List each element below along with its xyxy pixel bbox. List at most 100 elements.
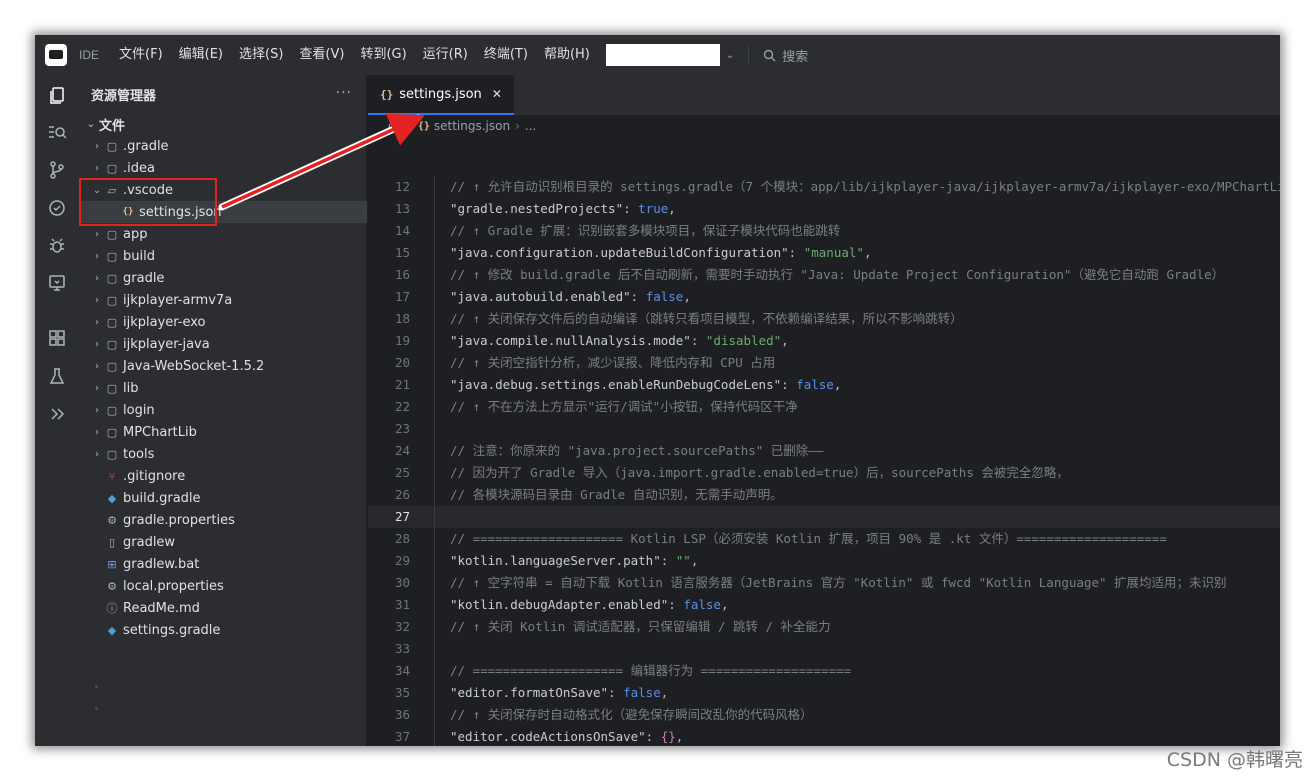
line-number: 15 [394,245,410,260]
tree-item[interactable]: › ▢ MPChartLib [79,421,367,443]
code-line[interactable]: 13 "gradle.nestedProjects": true, [368,198,1280,220]
menu-selection[interactable]: 选择(S) [231,35,291,75]
close-icon[interactable]: ✕ [492,87,502,101]
code-line[interactable]: 17 "java.autobuild.enabled": false, [368,286,1280,308]
tree-item[interactable]: › ▢ app [79,223,367,245]
tree-item-label: lib [123,380,139,396]
code-line[interactable]: 18 // ↑ 关闭保存文件后的自动编译（跳转只看项目模型，不依赖编译结果，所以不… [368,308,1280,330]
menu-terminal[interactable]: 终端(T) [476,35,536,75]
tree-item[interactable]: ◆ settings.gradle [79,619,367,641]
tree-item-label: .gitignore [123,468,186,484]
indent-guide [434,264,435,286]
code-line[interactable]: 36 // ↑ 关闭保存时自动格式化（避免保存瞬间改乱你的代码风格） [368,704,1280,726]
code-token: "kotlin.languageServer.path" [450,553,661,568]
tree-item[interactable]: › ▢ login [79,399,367,421]
tree-item[interactable]: › ▢ .idea [79,157,367,179]
code-line[interactable]: 20 // ↑ 关闭空指针分析，减少误报、降低内存和 CPU 占用 [368,352,1280,374]
code-line[interactable]: 23 [368,418,1280,440]
code-line[interactable]: 27 [368,506,1280,528]
code-line[interactable]: 35 "editor.formatOnSave": false, [368,682,1280,704]
line-number: 36 [394,707,410,722]
code-token: {} [660,729,676,744]
breadcrumb-folder[interactable]: de [388,119,403,133]
testing-icon[interactable] [46,365,68,387]
tree-item[interactable]: ⓘ ReadMe.md [79,597,367,619]
code-line[interactable]: 37 "editor.codeActionsOnSave": {}, [368,726,1280,746]
indent-guide [434,198,435,220]
code-line[interactable]: 19 "java.compile.nullAnalysis.mode": "dis… [368,330,1280,352]
code-line[interactable]: 28 // ==================== Kotlin LSP（必须安… [368,528,1280,550]
line-number: 32 [394,619,410,634]
tab-settings-json[interactable]: {} settings.json ✕ [368,75,514,115]
more-actions-icon[interactable]: ··· [336,85,352,101]
menu-edit[interactable]: 编辑(E) [171,35,231,75]
tree-item[interactable]: › ▢ ijkplayer-exo [79,311,367,333]
chevron-right-icon: › [95,426,99,438]
tree-item[interactable]: › ▢ ijkplayer-java [79,333,367,355]
tree-item[interactable]: ⊞ gradlew.bat [79,553,367,575]
breadcrumb-symbol[interactable]: ... [525,119,536,133]
tree-item[interactable]: ⚙ local.properties [79,575,367,597]
code-token: true [638,201,669,216]
code-text: // 因为开了 Gradle 导入（java.import.gradle.ena… [450,462,1069,484]
debug-icon[interactable] [46,235,68,257]
code-line[interactable]: 15 "java.configuration.updateBuildConfigu… [368,242,1280,264]
code-text: "kotlin.debugAdapter.enabled": false, [450,594,728,616]
menu-separator [748,46,750,64]
code-line[interactable]: 21 "java.debug.settings.enableRunDebugCod… [368,374,1280,396]
code-line[interactable]: 29 "kotlin.languageServer.path": "", [368,550,1280,572]
tree-item[interactable]: › ▢ tools [79,443,367,465]
code-line[interactable]: 24 // 注意：你原来的 "java.project.sourcePaths" … [368,440,1280,462]
tree-item[interactable]: › ▢ Java-WebSocket-1.5.2 [79,355,367,377]
workspace-selector-input[interactable] [605,44,720,66]
remote-icon[interactable] [46,197,68,219]
tree-item[interactable]: ⚙ gradle.properties [79,509,367,531]
code-editor[interactable]: 12 // ↑ 允许自动识别根目录的 settings.gradle（7 个模块：… [368,176,1280,746]
code-line[interactable]: 22 // ↑ 不在方法上方显示"运行/调试"小按钮，保持代码区干净 [368,396,1280,418]
code-token: : [660,553,676,568]
tree-item-label: local.properties [123,578,224,594]
code-line[interactable]: 26 // 各模块源码目录由 Gradle 自动识别，无需手动声明。 [368,484,1280,506]
search-icon[interactable] [46,121,68,143]
code-line[interactable]: 12 // ↑ 允许自动识别根目录的 settings.gradle（7 个模块：… [368,176,1280,198]
remote-explorer-icon[interactable] [46,272,68,294]
menu-file[interactable]: 文件(F) [111,35,171,75]
code-line[interactable]: 25 // 因为开了 Gradle 导入（java.import.gradle.e… [368,462,1280,484]
code-line[interactable]: 33 [368,638,1280,660]
tree-item-label: gradlew.bat [123,556,200,572]
tree-item[interactable]: › ▢ build [79,245,367,267]
code-token: , [833,377,842,392]
code-text: "editor.formatOnSave": false, [450,682,668,704]
code-line[interactable]: 16 // ↑ 修改 build.gradle 后不自动刷新，需要时手动执行 "J… [368,264,1280,286]
tree-item[interactable]: › ▢ lib [79,377,367,399]
code-line[interactable]: 34 // ==================== 编辑器行为 ========… [368,660,1280,682]
tree-root-label: 文件 [99,118,126,134]
explorer-panel: 资源管理器 ··· ⌄ 文件 › ▢ .gradle › ▢ .idea ⌄ ▱ .vscode… [79,75,367,746]
breadcrumb-file[interactable]: settings.json [434,119,510,133]
gear-icon: ⚙ [107,579,117,593]
menu-run[interactable]: 运行(R) [415,35,476,75]
tree-item[interactable]: ▯ gradlew [79,531,367,553]
tree-item[interactable]: ◆ build.gradle [79,487,367,509]
extensions-icon[interactable] [46,327,68,349]
menu-view[interactable]: 查看(V) [291,35,352,75]
tree-item[interactable]: › ▢ .gradle [79,135,367,157]
more-icon[interactable] [46,403,68,425]
code-line[interactable]: 30 // ↑ 空字符串 = 自动下载 Kotlin 语言服务器（JetBrain… [368,572,1280,594]
tree-item[interactable]: › ▢ gradle [79,267,367,289]
code-line[interactable]: 14 // ↑ Gradle 扩展：识别嵌套多模块项目，保证子模块代码也能跳转 [368,220,1280,242]
tree-item[interactable]: ⑂ .gitignore [79,465,367,487]
tree-root-folder[interactable]: ⌄ 文件 [79,113,367,135]
source-control-icon[interactable] [46,159,68,181]
explorer-icon[interactable] [46,85,68,107]
tree-item[interactable]: › ▢ ijkplayer-armv7a [79,289,367,311]
gear-icon: ⚙ [107,513,117,527]
menu-go[interactable]: 转到(G) [352,35,414,75]
chevron-down-icon[interactable]: ⌄ [726,50,734,61]
code-token: // ↑ 关闭保存文件后的自动编译（跳转只看项目模型，不依赖编译结果，所以不影响… [450,311,963,326]
code-line[interactable]: 32 // ↑ 关闭 Kotlin 调试适配器，只保留编辑 / 跳转 / 补全能力 [368,616,1280,638]
line-number: 21 [394,377,410,392]
command-search[interactable]: 搜索 [763,46,808,65]
code-line[interactable]: 31 "kotlin.debugAdapter.enabled": false, [368,594,1280,616]
menu-help[interactable]: 帮助(H) [536,35,598,75]
